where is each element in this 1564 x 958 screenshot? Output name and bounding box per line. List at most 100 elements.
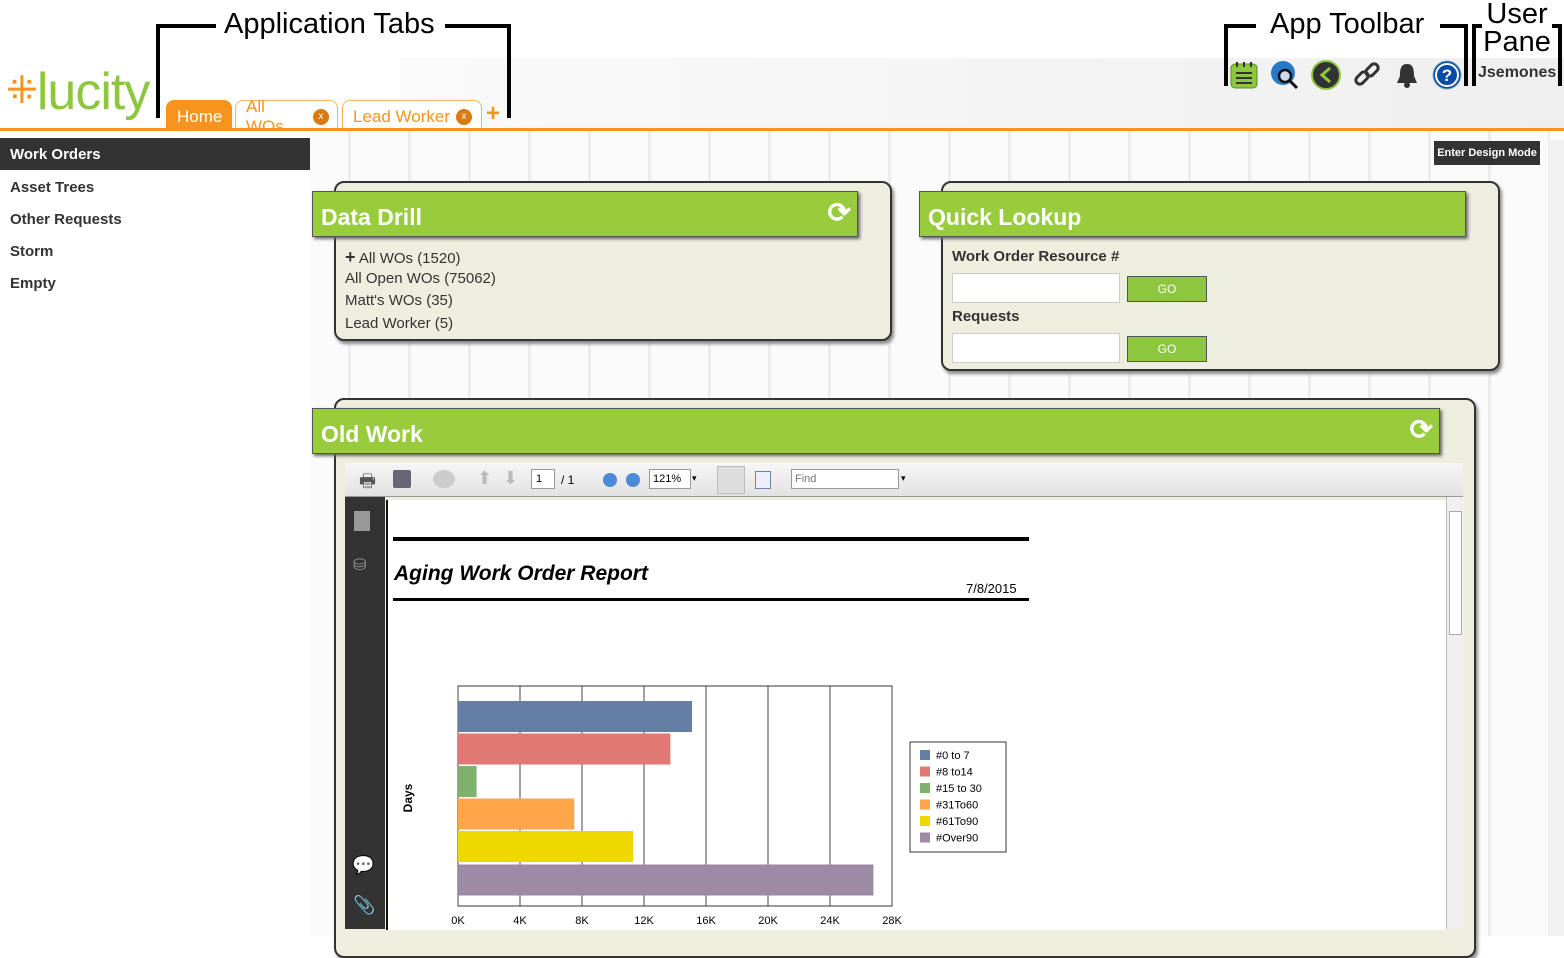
bar [458, 701, 693, 732]
attachment-icon[interactable]: 📎 [353, 895, 375, 916]
data-drill-title: Data Drill ⟳ [312, 191, 858, 237]
sidebar-item-work-orders[interactable]: Work Orders [0, 138, 310, 170]
y-axis-label: Days [401, 783, 415, 812]
annotation-bracket [1224, 24, 1256, 28]
x-tick-label: 24K [820, 915, 840, 927]
help-icon[interactable]: ? [1432, 60, 1462, 90]
report-document: Aging Work Order Report 7/8/2015 0K 4K 8K 1… [386, 500, 1446, 930]
annotation-bracket [156, 24, 160, 118]
legend-label: #Over90 [936, 833, 978, 845]
comments-icon[interactable]: 💬 [352, 855, 374, 876]
work-order-resource-input[interactable] [952, 273, 1120, 303]
zoom-select[interactable]: 121% [649, 469, 691, 489]
x-tick-label: 16K [696, 915, 716, 927]
x-tick-label: 8K [575, 915, 589, 927]
save-icon[interactable] [393, 470, 411, 488]
enter-design-mode-button[interactable]: Enter Design Mode [1434, 141, 1540, 165]
legend-label: #31To60 [936, 800, 978, 812]
sidebar-item-asset-trees[interactable]: Asset Trees [0, 171, 310, 203]
sidebar: Work Orders Asset Trees Other Requests S… [0, 131, 310, 936]
sidebar-item-empty[interactable]: Empty [0, 267, 310, 299]
close-icon[interactable]: x [456, 108, 473, 125]
chevron-down-icon[interactable]: ▾ [901, 473, 906, 484]
go-button[interactable]: GO [1127, 336, 1207, 362]
report-title: Aging Work Order Report [394, 562, 648, 585]
annotation-bracket [445, 24, 511, 28]
legend-label: #8 to14 [936, 767, 973, 779]
legend-label: #61To90 [936, 816, 978, 828]
report-date: 7/8/2015 [966, 581, 1017, 596]
legend-swatch [920, 783, 930, 793]
previous-page-icon[interactable]: ⬆ [477, 468, 492, 489]
x-tick-label: 12K [634, 915, 654, 927]
sidebar-item-storm[interactable]: Storm [0, 235, 310, 267]
close-icon[interactable]: x [313, 108, 329, 125]
annotation-bracket [1464, 24, 1468, 86]
report-rule [393, 537, 1029, 541]
pages-icon[interactable] [354, 511, 370, 531]
requests-input[interactable] [952, 333, 1120, 363]
annotation-bracket [507, 24, 511, 118]
bell-icon[interactable] [1392, 60, 1422, 90]
bar [458, 766, 477, 797]
tab-all-wos[interactable]: All WOs x [235, 97, 338, 136]
annotation-user-pane: User Pane [1482, 0, 1552, 58]
quick-lookup-title: Quick Lookup [919, 191, 1466, 237]
bar [458, 798, 575, 830]
go-button[interactable]: GO [1127, 276, 1207, 302]
page-width-icon[interactable] [717, 466, 745, 494]
legend-swatch [920, 816, 930, 826]
report-scrollbar[interactable] [1446, 497, 1464, 929]
link-icon[interactable] [1352, 60, 1382, 90]
sidebar-item-other-requests[interactable]: Other Requests [0, 203, 310, 235]
legend-swatch [920, 750, 930, 760]
panel-title: Data Drill [321, 204, 422, 230]
tab-home[interactable]: Home [166, 100, 232, 128]
x-tick-label: 28K [882, 915, 902, 927]
data-drill-link[interactable]: + All WOs (1520) [345, 247, 461, 268]
export-icon[interactable] [433, 470, 455, 488]
add-tab-button[interactable]: + [486, 100, 500, 128]
whole-page-icon[interactable] [755, 471, 771, 489]
page-number-input[interactable] [531, 469, 555, 489]
binoculars-icon[interactable]: ⛁ [353, 555, 366, 575]
x-tick-label: 20K [758, 915, 778, 927]
find-input[interactable] [791, 469, 899, 489]
chevron-down-icon[interactable]: ▾ [692, 473, 697, 484]
zoom-in-icon[interactable] [626, 473, 640, 487]
legend-swatch [920, 766, 930, 777]
logo-text: lucity [36, 63, 150, 121]
annotation-text: Pane [1483, 26, 1551, 58]
data-drill-link[interactable]: Matt's WOs (35) [345, 292, 453, 309]
dashboard-icon[interactable] [1311, 60, 1341, 90]
data-drill-link[interactable]: Lead Worker (5) [345, 315, 453, 332]
next-page-icon[interactable]: ⬇ [503, 468, 518, 489]
annotation-app-toolbar: App Toolbar [1264, 9, 1431, 39]
expand-icon[interactable]: + [345, 247, 356, 267]
old-work-title: Old Work ⟳ [312, 408, 1440, 454]
scroll-thumb[interactable] [1449, 511, 1462, 635]
refresh-icon[interactable]: ⟳ [828, 196, 851, 229]
header-bar [400, 58, 1564, 128]
print-icon[interactable]: 🖶 [359, 469, 376, 499]
field-label: Requests [952, 308, 1020, 325]
panel-title: Old Work [321, 421, 423, 447]
report-rule [393, 598, 1029, 601]
annotation-app-tabs: Application Tabs [218, 9, 441, 39]
refresh-icon[interactable]: ⟳ [1410, 413, 1433, 446]
annotation-bracket [1558, 24, 1562, 86]
bar [458, 864, 874, 896]
annotation-bracket [1472, 24, 1476, 86]
tab-lead-worker[interactable]: Lead Worker x [342, 100, 482, 128]
svg-text:?: ? [1442, 66, 1452, 85]
data-drill-link[interactable]: All Open WOs (75062) [345, 270, 496, 287]
legend-swatch [920, 799, 930, 810]
page-scrollbar[interactable] [1549, 140, 1564, 936]
globe-search-icon[interactable] [1270, 60, 1300, 90]
tab-label: Home [177, 106, 223, 126]
notepad-icon[interactable] [1229, 60, 1259, 90]
zoom-out-icon[interactable] [603, 473, 617, 487]
legend-label: #0 to 7 [936, 750, 970, 762]
page-total: / 1 [561, 473, 575, 487]
user-name[interactable]: Jsemones [1478, 64, 1556, 82]
